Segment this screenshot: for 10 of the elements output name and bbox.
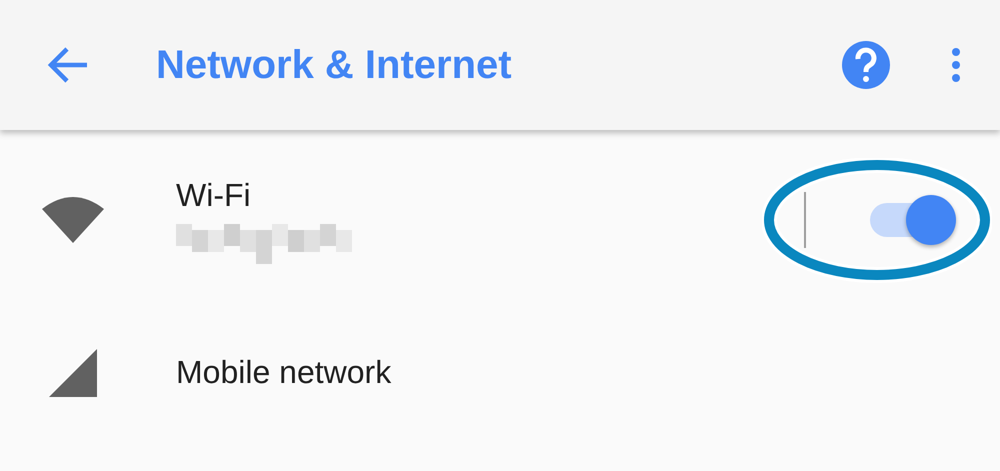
wifi-icon (42, 197, 104, 243)
more-vert-icon (951, 47, 961, 83)
settings-row[interactable]: Wi-Fi (0, 130, 1000, 310)
setting-title: Wi-Fi (176, 176, 252, 214)
help-icon (841, 40, 891, 90)
page-title: Network & Internet (156, 42, 513, 88)
signal-icon (49, 348, 97, 396)
back-arrow-icon (47, 47, 89, 83)
settings-row[interactable]: Mobile network (0, 310, 1000, 435)
setting-title: Mobile network (176, 354, 392, 391)
